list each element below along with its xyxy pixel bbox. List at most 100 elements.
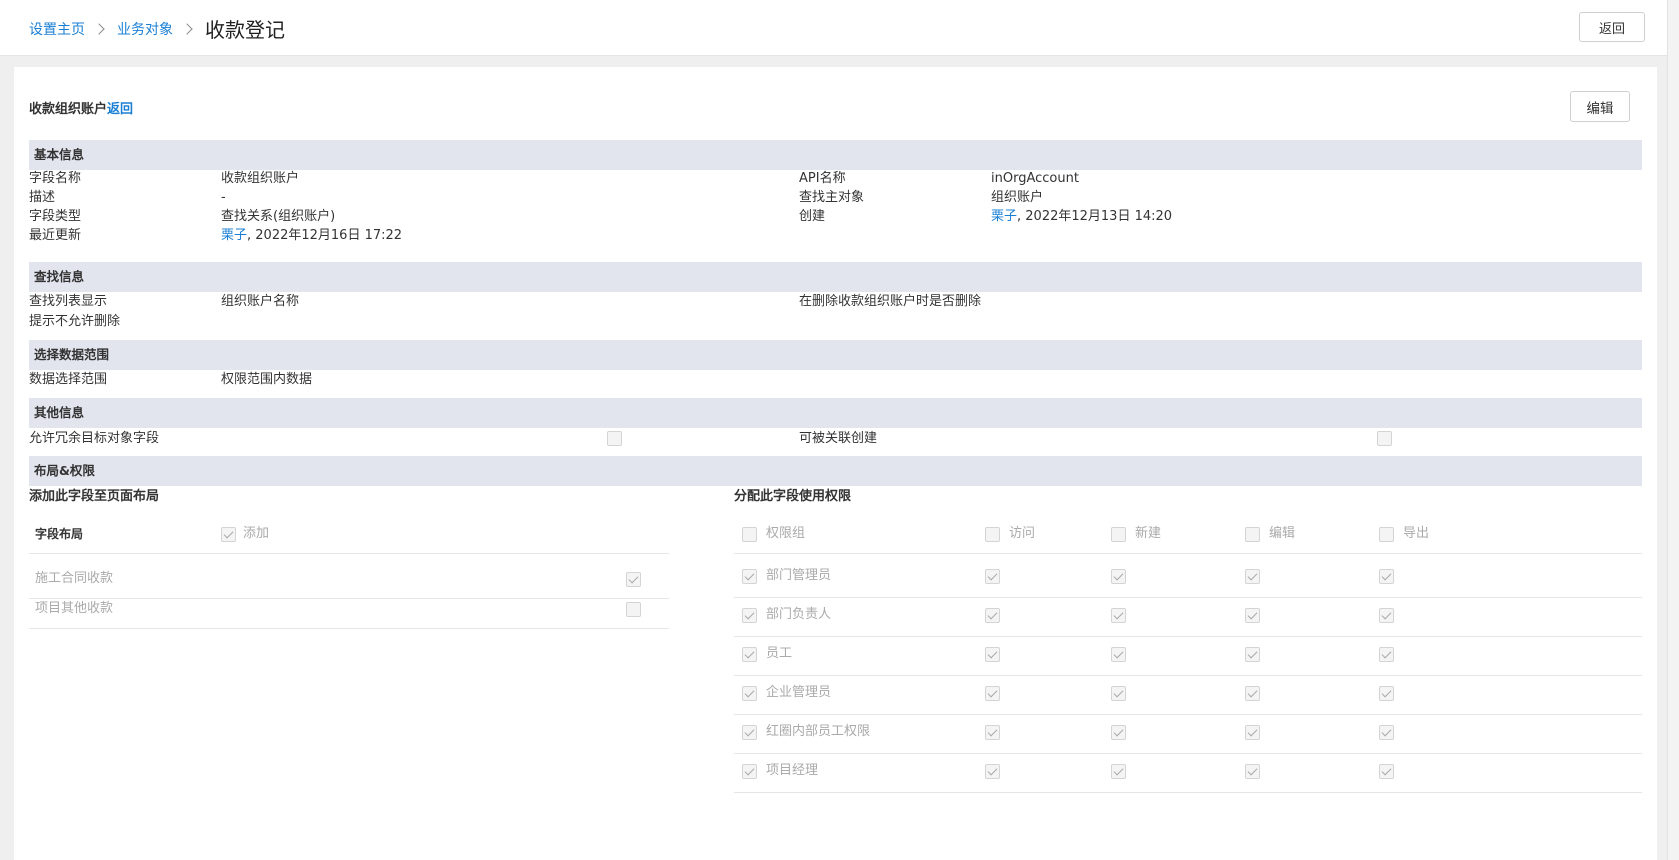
permission-create-checkbox[interactable] [1111,686,1126,701]
layout-row-name: 项目其他收款 [35,601,114,616]
field-title-back-link[interactable]: 返回 [107,102,133,117]
relation-create-checkbox[interactable] [1377,431,1392,446]
layout-row-checkbox[interactable] [626,602,641,617]
permission-export-checkbox[interactable] [1379,764,1394,779]
delete-behavior-value: 提示不允许删除 [29,314,121,329]
section-lookup-info: 查找信息 [29,262,1642,292]
column-add: 添加 [243,526,270,541]
select-all-create-checkbox[interactable] [1111,527,1126,542]
top-bar: 设置主页 业务对象 收款登记 [0,0,1679,56]
permission-create-checkbox[interactable] [1111,764,1126,779]
divider [734,753,1642,754]
permission-edit-checkbox[interactable] [1245,686,1260,701]
permission-row-checkbox[interactable] [742,647,757,662]
divider [734,597,1642,598]
permission-edit-checkbox[interactable] [1245,608,1260,623]
list-display-label: 查找列表显示 [29,294,108,309]
chevron-right-icon [181,22,193,35]
last-update-label: 最近更新 [29,228,82,243]
field-title: 收款组织账户返回 [29,98,133,117]
permission-edit-checkbox[interactable] [1245,764,1260,779]
add-all-layouts-checkbox[interactable] [221,527,236,542]
permission-export-checkbox[interactable] [1379,608,1394,623]
column-visit: 访问 [1009,526,1036,541]
column-create: 新建 [1135,526,1162,541]
column-export: 导出 [1403,526,1430,541]
section-other-info: 其他信息 [29,398,1642,428]
api-name-value: inOrgAccount [991,171,1079,186]
permission-export-checkbox[interactable] [1379,686,1394,701]
permission-edit-checkbox[interactable] [1245,725,1260,740]
relation-create-label: 可被关联创建 [799,431,878,446]
permission-edit-checkbox[interactable] [1245,647,1260,662]
last-update-user-link[interactable]: 栗子 [221,228,247,243]
divider [734,553,1642,554]
last-update-value: 栗子, 2022年12月16日 17:22 [221,227,402,245]
add-to-layout-title: 添加此字段至页面布局 [29,489,160,504]
permission-row-checkbox[interactable] [742,608,757,623]
permission-create-checkbox[interactable] [1111,608,1126,623]
section-basic-info: 基本信息 [29,140,1642,170]
column-field-layout: 字段布局 [35,527,84,541]
divider [734,792,1642,793]
api-name-label: API名称 [799,171,846,186]
select-all-export-checkbox[interactable] [1379,527,1394,542]
permission-export-checkbox[interactable] [1379,569,1394,584]
redundant-field-label: 允许冗余目标对象字段 [29,431,160,446]
permission-group-name: 项目经理 [766,763,819,778]
select-all-visit-checkbox[interactable] [985,527,1000,542]
select-all-edit-checkbox[interactable] [1245,527,1260,542]
permission-row-checkbox[interactable] [742,725,757,740]
field-name-value: 收款组织账户 [221,171,300,186]
edit-button[interactable]: 编辑 [1570,91,1630,122]
permission-group-name: 企业管理员 [766,685,832,700]
permission-visit-checkbox[interactable] [985,647,1000,662]
last-update-time: , 2022年12月16日 17:22 [247,228,403,243]
layout-row-name: 施工合同收款 [35,571,114,586]
permission-create-checkbox[interactable] [1111,569,1126,584]
lookup-object-label: 查找主对象 [799,190,865,205]
created-time: , 2022年12月13日 14:20 [1017,209,1173,224]
data-scope-label: 数据选择范围 [29,372,108,387]
permission-group-name: 红圈内部员工权限 [766,724,871,739]
divider [29,628,669,629]
section-data-scope: 选择数据范围 [29,340,1642,370]
permission-create-checkbox[interactable] [1111,647,1126,662]
permission-visit-checkbox[interactable] [985,608,1000,623]
select-all-permission-group-checkbox[interactable] [742,527,757,542]
permission-group-name: 部门负责人 [766,607,832,622]
permission-group-name: 部门管理员 [766,568,832,583]
permission-group-name: 员工 [766,646,793,661]
section-layout-permissions: 布局&权限 [29,456,1642,486]
permission-row-checkbox[interactable] [742,686,757,701]
page-title: 收款登记 [205,18,285,42]
divider [734,675,1642,676]
permission-export-checkbox[interactable] [1379,725,1394,740]
breadcrumb-business-objects[interactable]: 业务对象 [117,19,173,39]
divider [29,553,669,554]
permission-visit-checkbox[interactable] [985,686,1000,701]
permission-edit-checkbox[interactable] [1245,569,1260,584]
page-scrollbar[interactable] [1667,0,1679,860]
chevron-right-icon [93,22,105,35]
back-button[interactable]: 返回 [1579,12,1645,42]
permission-visit-checkbox[interactable] [985,764,1000,779]
layout-row-checkbox[interactable] [626,572,641,587]
breadcrumb-settings-home[interactable]: 设置主页 [29,19,85,39]
breadcrumb: 设置主页 业务对象 收款登记 [29,14,285,43]
divider [734,714,1642,715]
permission-row-checkbox[interactable] [742,764,757,779]
created-user-link[interactable]: 栗子 [991,209,1017,224]
column-edit: 编辑 [1269,526,1296,541]
created-value: 栗子, 2022年12月13日 14:20 [991,208,1172,226]
description-label: 描述 [29,190,56,205]
divider [29,598,669,599]
delete-behavior-label: 在删除收款组织账户时是否删除 [799,294,982,309]
permission-visit-checkbox[interactable] [985,725,1000,740]
permission-visit-checkbox[interactable] [985,569,1000,584]
field-title-text: 收款组织账户 [29,102,108,117]
permission-export-checkbox[interactable] [1379,647,1394,662]
permission-row-checkbox[interactable] [742,569,757,584]
redundant-field-checkbox[interactable] [607,431,622,446]
permission-create-checkbox[interactable] [1111,725,1126,740]
